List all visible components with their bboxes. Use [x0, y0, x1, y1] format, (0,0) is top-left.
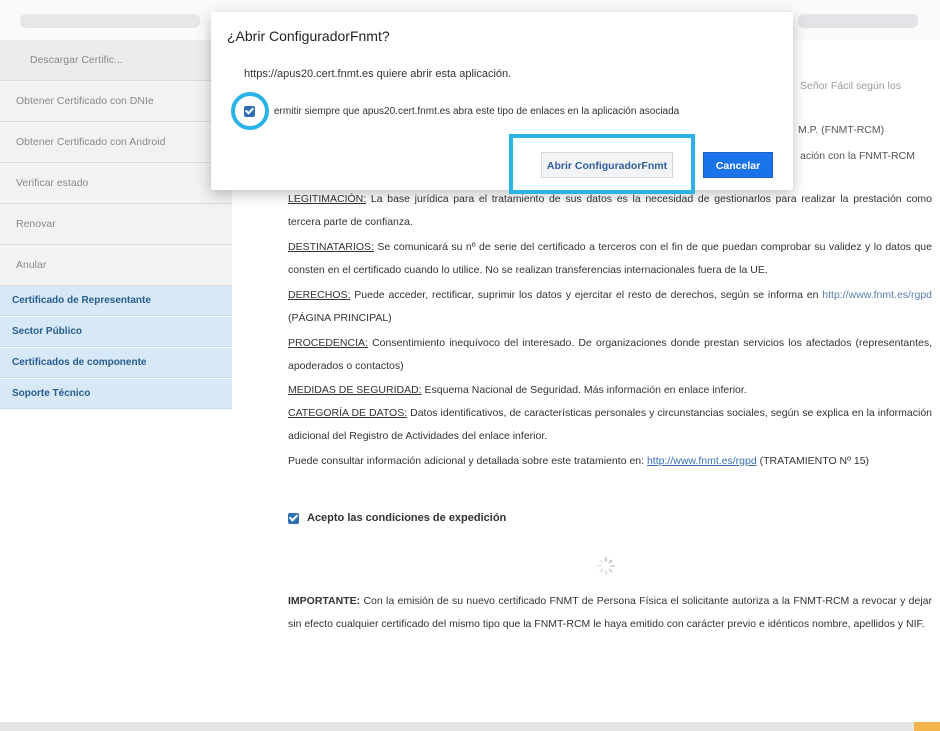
sidebar-item-obtener-android[interactable]: Obtener Certificado con Android [0, 122, 232, 163]
legitimacion-label: LEGITIMACIÓN: [288, 193, 367, 205]
accept-conditions[interactable]: Acepto las condiciones de expedición [288, 512, 506, 524]
open-configurador-button[interactable]: Abrir ConfiguradorFnmt [541, 152, 673, 178]
consultar-link[interactable]: http://www.fnmt.es/rgpd [647, 455, 757, 467]
sidebar-section-componente[interactable]: Certificados de componente [0, 348, 232, 378]
derechos-paragraph: DERECHOS: Puede acceder, rectificar, sup… [288, 284, 932, 330]
sidebar-item-renovar[interactable]: Renovar [0, 204, 232, 245]
text-fragment-fnmt: M.P. (FNMT-RCM) [798, 124, 885, 136]
dialog-title: ¿Abrir ConfiguradorFnmt? [227, 28, 390, 44]
destinatarios-paragraph: DESTINATARIOS: Se comunicará su nº de se… [288, 236, 932, 282]
legitimacion-paragraph: LEGITIMACIÓN: La base jurídica para el t… [288, 188, 932, 234]
accept-checkbox[interactable] [288, 512, 299, 524]
sidebar-item-obtener-dnie[interactable]: Obtener Certificado con DNIe [0, 81, 232, 122]
text-fragment-relacion: ación con la FNMT-RCM [800, 150, 915, 162]
procedencia-paragraph: PROCEDENCIA: Consentimiento inequívoco d… [288, 332, 932, 378]
medidas-paragraph: MEDIDAS DE SEGURIDAD: Esquema Nacional d… [288, 379, 932, 402]
sidebar-item-verificar[interactable]: Verificar estado [0, 163, 232, 204]
categoria-paragraph: CATEGORÍA DE DATOS: Datos identificativo… [288, 402, 932, 448]
bottom-accent [914, 722, 940, 731]
important-paragraph: IMPORTANTE: Con la emisión de su nuevo c… [288, 590, 932, 636]
always-allow-checkbox[interactable] [244, 106, 255, 117]
destinatarios-label: DESTINATARIOS: [288, 241, 374, 253]
dialog-message: https://apus20.cert.fnmt.es quiere abrir… [244, 68, 512, 80]
legitimacion-text: La base jurídica para el tratamiento de … [288, 193, 933, 228]
derechos-tail: (PÁGINA PRINCIPAL) [288, 312, 392, 324]
sidebar-item-descargar[interactable]: Descargar Certific... [0, 40, 232, 81]
sidebar-section-representante[interactable]: Certificado de Representante [0, 286, 232, 316]
always-allow-label: ermitir siempre que apus20.cert.fnmt.es … [274, 106, 680, 117]
consultar-tail: (TRATAMIENTO Nº 15) [759, 455, 870, 467]
bottom-scroll-strip [0, 722, 940, 731]
cancel-button[interactable]: Cancelar [703, 152, 773, 178]
blurred-logo [20, 14, 200, 28]
sidebar-section-soporte[interactable]: Soporte Técnico [0, 379, 232, 409]
text-fragment-top: Señor Fácil según los [800, 80, 901, 92]
loading-spinner-icon [597, 557, 615, 575]
destinatarios-text: Se comunicará su nº de serie del certifi… [288, 241, 932, 276]
consultar-text: Puede consultar información adicional y … [288, 455, 645, 467]
derechos-label: DERECHOS: [288, 289, 351, 301]
sidebar-item-anular[interactable]: Anular [0, 245, 232, 286]
blurred-header-right [798, 14, 918, 28]
derechos-text: Puede acceder, rectificar, suprimir los … [354, 289, 819, 301]
procedencia-text: Consentimiento inequívoco del interesado… [288, 337, 932, 372]
open-app-dialog: ¿Abrir ConfiguradorFnmt? https://apus20.… [211, 12, 793, 194]
medidas-label: MEDIDAS DE SEGURIDAD: [288, 384, 422, 396]
accept-label: Acepto las condiciones de expedición [307, 512, 507, 524]
categoria-label: CATEGORÍA DE DATOS: [288, 407, 408, 419]
important-label: IMPORTANTE: [288, 595, 361, 607]
sidebar-section-sector-publico[interactable]: Sector Público [0, 317, 232, 347]
derechos-link[interactable]: http://www.fnmt.es/rgpd [822, 289, 932, 301]
sidebar: Descargar Certific... Obtener Certificad… [0, 40, 232, 409]
important-text: Con la emisión de su nuevo certificado F… [288, 595, 933, 630]
consultar-paragraph: Puede consultar información adicional y … [288, 450, 932, 473]
procedencia-label: PROCEDENCIA: [288, 337, 368, 349]
medidas-text: Esquema Nacional de Seguridad. Más infor… [424, 384, 747, 396]
